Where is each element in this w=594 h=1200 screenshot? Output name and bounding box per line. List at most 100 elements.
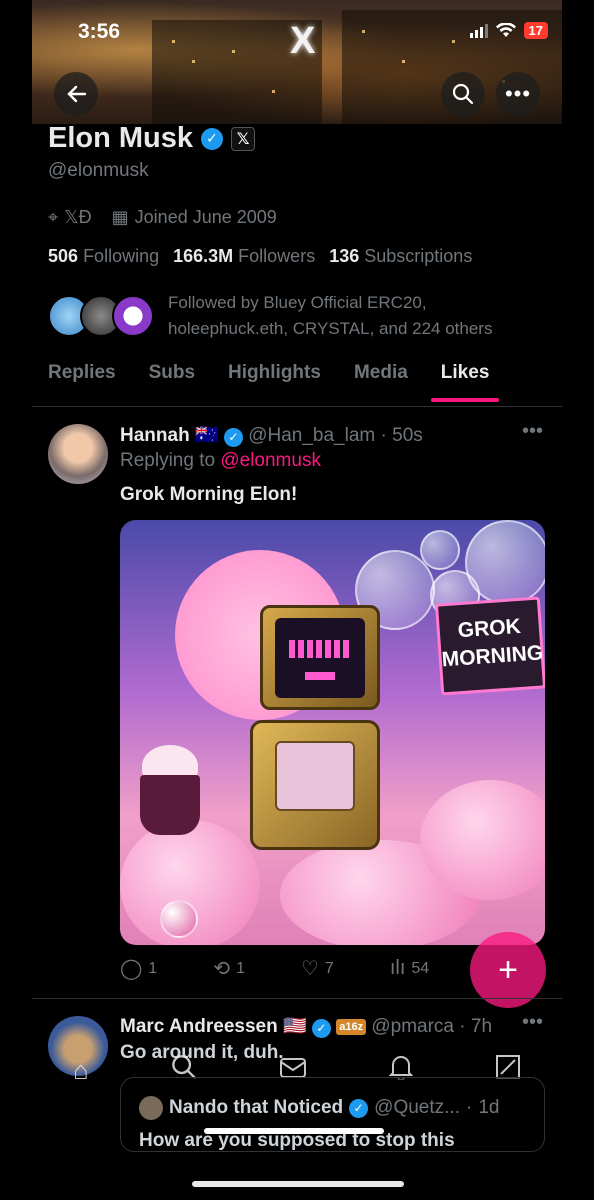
- x-affiliation-badge[interactable]: 𝕏: [231, 126, 256, 151]
- post-author-handle[interactable]: @pmarca: [371, 1016, 454, 1037]
- image-bubble: [420, 530, 460, 570]
- post-author-handle[interactable]: @Han_ba_lam: [248, 425, 375, 446]
- replying-to: Replying to @elonmusk: [120, 450, 321, 472]
- quoted-post[interactable]: Nando that Noticed ✓ @Quetz... · 1d How …: [120, 1077, 545, 1152]
- x-logo: X: [290, 20, 316, 62]
- plus-icon: +: [498, 950, 518, 989]
- robot-screen: [275, 618, 365, 698]
- quote-author-handle: @Quetz...: [374, 1097, 460, 1118]
- profile-stats: 506 Following 166.3M Followers 136 Subsc…: [48, 246, 472, 267]
- tab-highlights[interactable]: Highlights: [228, 362, 321, 384]
- subscriptions-count: 136: [329, 246, 360, 266]
- post-header: Marc Andreessen 🇺🇸 ✓ a16z @pmarca · 7h: [120, 1016, 493, 1038]
- location-pin-icon: ⌖: [48, 207, 59, 227]
- bell-icon: [388, 1055, 414, 1081]
- flag-emoji: 🇦🇺: [194, 425, 219, 446]
- followed-by-text: Followed by Bluey Official ERC20, holeep…: [168, 293, 493, 338]
- search-icon: [452, 83, 474, 105]
- followers-count: 166.3M: [173, 246, 234, 266]
- replying-handle[interactable]: @elonmusk: [220, 450, 321, 471]
- follower-avatars: [48, 295, 154, 337]
- profile-name: Elon Musk: [48, 122, 194, 154]
- more-button[interactable]: •••: [496, 72, 540, 116]
- quote-time: 1d: [478, 1097, 500, 1118]
- home-icon: ⌂: [73, 1054, 89, 1085]
- status-time: 3:56: [78, 20, 121, 43]
- like-button[interactable]: ♡ 7: [301, 956, 334, 981]
- views-chart-icon: ılı: [389, 957, 406, 979]
- back-button[interactable]: [54, 72, 98, 116]
- profile-handle: @elonmusk: [48, 160, 149, 181]
- image-robot-head: [260, 605, 380, 710]
- like-count: 7: [324, 959, 334, 977]
- tabs-divider: [32, 406, 562, 407]
- profile-name-row: Elon Musk ✓ 𝕏: [48, 122, 256, 155]
- more-dots-icon: •••: [504, 81, 532, 106]
- robot-mouth: [305, 672, 335, 680]
- tab-replies[interactable]: Replies: [48, 362, 116, 384]
- location-text: 𝕏Ð: [64, 207, 92, 227]
- affiliation-badge[interactable]: a16z: [336, 1018, 367, 1035]
- image-robot-body: [250, 720, 380, 850]
- robot-shades: [289, 640, 351, 658]
- reply-count: 1: [148, 959, 158, 977]
- post-time[interactable]: 50s: [392, 425, 423, 446]
- verified-badge-icon[interactable]: ✓: [201, 127, 224, 150]
- tab-media[interactable]: Media: [354, 362, 408, 384]
- tab-subs[interactable]: Subs: [149, 362, 195, 384]
- home-indicator[interactable]: [192, 1181, 404, 1187]
- following-link[interactable]: 506 Following: [48, 246, 159, 267]
- followers-link[interactable]: 166.3M Followers: [173, 246, 315, 267]
- search-button[interactable]: [441, 72, 485, 116]
- verified-badge-icon: ✓: [223, 427, 243, 447]
- post-author-name[interactable]: Hannah: [120, 425, 190, 446]
- profile-tabs: Replies Subs Highlights Media Likes: [48, 362, 568, 402]
- compose-post-button[interactable]: +: [470, 932, 546, 1008]
- quote-author-name: Nando that Noticed: [169, 1097, 344, 1118]
- calendar-icon: ▦: [111, 207, 129, 227]
- repost-button[interactable]: ⟲ 1: [213, 956, 245, 981]
- grok-icon: [495, 1054, 520, 1079]
- followers-label: Followers: [238, 246, 316, 266]
- avatar[interactable]: [48, 424, 108, 484]
- verified-badge-icon: ✓: [349, 1098, 369, 1118]
- image-bubble: [465, 520, 545, 605]
- avatar: [112, 295, 154, 337]
- joined-text: Joined June 2009: [134, 207, 277, 227]
- repost-icon: ⟲: [213, 958, 231, 980]
- verified-badge-icon: ✓: [311, 1018, 331, 1038]
- views-button[interactable]: ılı 54: [390, 956, 429, 981]
- robot-panel: [275, 741, 355, 811]
- replying-prefix: Replying to: [120, 450, 216, 471]
- arrow-left-icon: [67, 85, 87, 103]
- signal-icon: [469, 23, 488, 38]
- reply-button[interactable]: ◯ 1: [120, 956, 157, 981]
- nav-home[interactable]: ⌂: [73, 1055, 89, 1086]
- search-icon: [171, 1054, 196, 1079]
- avatar: [139, 1096, 163, 1120]
- post-more-icon[interactable]: •••: [522, 420, 543, 443]
- tab-likes[interactable]: Likes: [430, 362, 499, 402]
- following-count: 506: [48, 246, 79, 266]
- battery-indicator: 17: [523, 22, 548, 39]
- post-header: Hannah 🇦🇺 ✓ @Han_ba_lam · 50s: [120, 425, 423, 447]
- post-more-icon[interactable]: •••: [522, 1011, 543, 1034]
- post-divider: [32, 998, 562, 999]
- post-image[interactable]: GROK MORNING: [120, 520, 545, 945]
- wifi-icon: [495, 23, 516, 37]
- flag-emoji: 🇺🇸: [282, 1016, 307, 1037]
- mail-icon: [279, 1057, 306, 1078]
- post-time[interactable]: 7h: [471, 1016, 492, 1037]
- following-label: Following: [83, 246, 160, 266]
- subscriptions-link[interactable]: 136 Subscriptions: [329, 246, 472, 267]
- profile-meta: ⌖ 𝕏Ð ▦ Joined June 2009: [48, 207, 277, 228]
- subscriptions-label: Subscriptions: [364, 246, 473, 266]
- view-count: 54: [411, 959, 430, 977]
- scroll-indicator: [204, 1128, 384, 1134]
- followed-by-row[interactable]: Followed by Bluey Official ERC20, holeep…: [48, 290, 548, 342]
- location: ⌖ 𝕏Ð: [48, 207, 92, 228]
- post-author-name[interactable]: Marc Andreessen: [120, 1016, 278, 1037]
- joined-date: ▦ Joined June 2009: [112, 207, 277, 228]
- image-bubble: [160, 900, 198, 938]
- image-sign: GROK MORNING: [434, 596, 545, 696]
